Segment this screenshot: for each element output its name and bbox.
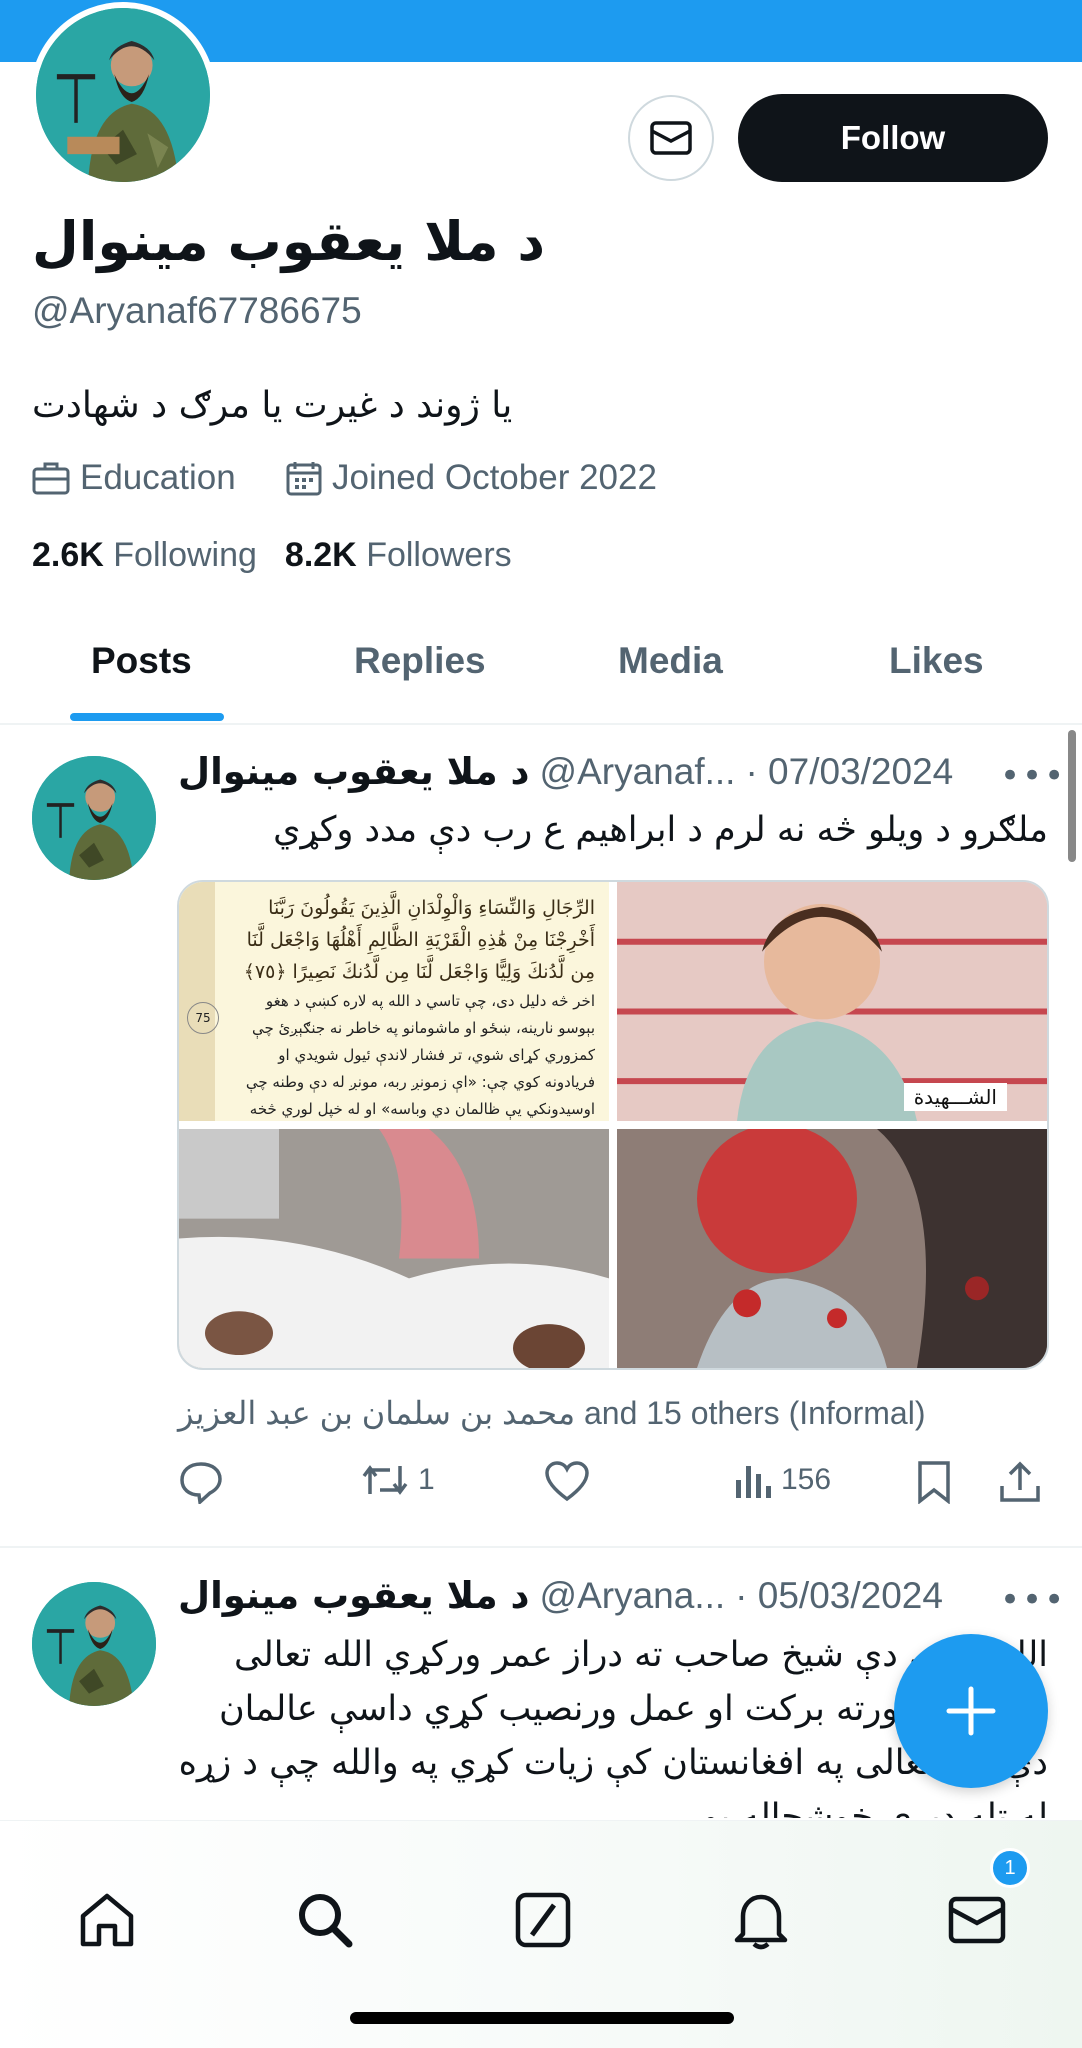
nav-search[interactable] xyxy=(290,1885,360,1955)
post-author-handle[interactable]: @Aryana... xyxy=(540,1575,726,1617)
profile-category: Education xyxy=(32,458,236,498)
profile-joined: Joined October 2022 xyxy=(286,458,657,498)
post-date[interactable]: · 07/03/2024 xyxy=(745,751,953,793)
post-header: د ملا یعقوب مینوال @Aryanaf... · 07/03/2… xyxy=(178,750,953,793)
media-photo-child[interactable]: الشـــهيدة xyxy=(617,882,1047,1121)
quran-ayah-text: الرِّجَالِ وَالنِّسَاءِ وَالْوِلْدَانِ ا… xyxy=(243,897,595,983)
views-icon xyxy=(736,1466,771,1498)
reply-button[interactable] xyxy=(178,1460,224,1504)
page-margin-band xyxy=(179,882,215,1121)
followers-count: 8.2K xyxy=(284,536,357,574)
mail-icon xyxy=(650,121,692,155)
avatar-image xyxy=(32,756,156,880)
post-date[interactable]: · 05/03/2024 xyxy=(735,1575,943,1617)
profile-tabs: Posts Replies Media Likes xyxy=(0,620,1082,725)
scrollbar[interactable] xyxy=(1068,730,1076,862)
calendar-icon xyxy=(286,462,322,496)
media-photo-shrouds[interactable] xyxy=(179,1129,609,1368)
like-button[interactable] xyxy=(544,1460,590,1502)
nav-messages[interactable] xyxy=(942,1885,1012,1955)
compose-button[interactable] xyxy=(894,1634,1048,1788)
repost-button[interactable]: 1 xyxy=(360,1460,435,1500)
profile-handle: @Aryanaf67786675 xyxy=(32,290,362,331)
post-author-handle[interactable]: @Aryanaf... xyxy=(540,751,736,793)
profile-avatar[interactable] xyxy=(30,2,216,188)
more-icon[interactable]: ••• xyxy=(1000,756,1066,796)
post-text: ملګرو د ویلو څه نه لرم د ابراهیم ع رب دې… xyxy=(273,810,1048,850)
quran-translation-text: اخر څه دلیل دی، چې تاسي د الله په لاره ک… xyxy=(245,992,595,1118)
heart-icon xyxy=(545,1461,589,1502)
following-count: 2.6K xyxy=(32,536,104,574)
nav-home[interactable] xyxy=(72,1885,142,1955)
repost-count: 1 xyxy=(418,1463,435,1496)
share-icon xyxy=(1000,1461,1040,1502)
follow-stats: 2.6K Following 8.2K Followers xyxy=(32,536,512,575)
grok-icon xyxy=(515,1892,571,1948)
post-avatar[interactable] xyxy=(32,1582,156,1706)
repost-icon xyxy=(362,1465,408,1495)
reply-icon xyxy=(180,1462,222,1504)
tab-replies[interactable]: Replies xyxy=(354,640,486,682)
post-divider xyxy=(0,1546,1082,1548)
following-link[interactable]: 2.6K Following xyxy=(32,536,257,575)
following-label: Following xyxy=(113,536,257,574)
post-author-name[interactable]: د ملا یعقوب مینوال xyxy=(178,750,530,793)
tab-media[interactable]: Media xyxy=(618,640,723,682)
post-header: د ملا یعقوب مینوال @Aryana... · 05/03/20… xyxy=(178,1574,943,1617)
photo-image xyxy=(617,1129,1047,1368)
bell-icon xyxy=(734,1894,788,1950)
post-author-name[interactable]: د ملا یعقوب مینوال xyxy=(178,1574,530,1617)
profile-bio: یا ژوند د غیرت یا مرګ د شهادت xyxy=(32,385,513,426)
bookmark-button[interactable] xyxy=(916,1460,952,1504)
follow-button[interactable]: Follow xyxy=(738,94,1048,182)
photo-image xyxy=(179,1129,609,1368)
plus-icon xyxy=(946,1686,996,1736)
nav-notifications[interactable] xyxy=(726,1885,796,1955)
media-quran-page[interactable]: 75 الرِّجَالِ وَالنِّسَاءِ وَالْوِلْدَان… xyxy=(179,882,609,1121)
post-mentions[interactable]: محمد بن سلمان بن عبد العزيز and 15 other… xyxy=(178,1394,925,1432)
search-icon xyxy=(299,1894,353,1948)
avatar-image xyxy=(36,8,210,182)
post-media-grid[interactable]: 75 الرِّجَالِ وَالنِّسَاءِ وَالْوِلْدَان… xyxy=(177,880,1049,1370)
messages-badge: 1 xyxy=(990,1848,1030,1888)
home-indicator[interactable] xyxy=(350,2012,734,2024)
post-avatar[interactable] xyxy=(32,756,156,880)
bookmark-icon xyxy=(918,1461,950,1504)
share-button[interactable] xyxy=(998,1460,1042,1504)
page-number: 75 xyxy=(187,1002,219,1034)
avatar-image xyxy=(32,1582,156,1706)
active-tab-indicator xyxy=(70,713,224,721)
post-actions: 1 156 xyxy=(178,1460,1048,1516)
message-button[interactable] xyxy=(628,95,714,181)
views-button[interactable]: 156 xyxy=(733,1460,831,1500)
tab-posts[interactable]: Posts xyxy=(91,640,192,682)
briefcase-icon xyxy=(32,462,70,495)
followers-label: Followers xyxy=(366,536,512,574)
more-icon[interactable]: ••• xyxy=(1000,1580,1066,1620)
joined-label: Joined October 2022 xyxy=(332,458,657,497)
media-photo-injured[interactable] xyxy=(617,1129,1047,1368)
nav-grok[interactable] xyxy=(508,1885,578,1955)
category-label: Education xyxy=(80,458,236,497)
followers-link[interactable]: 8.2K Followers xyxy=(285,536,512,575)
mail-icon xyxy=(948,1896,1006,1944)
home-icon xyxy=(80,1893,134,1947)
media-caption-label: الشـــهيدة xyxy=(903,1083,1007,1111)
views-count: 156 xyxy=(781,1463,832,1496)
profile-display-name: د ملا یعقوب مینوال xyxy=(32,210,546,273)
tab-likes[interactable]: Likes xyxy=(889,640,984,682)
